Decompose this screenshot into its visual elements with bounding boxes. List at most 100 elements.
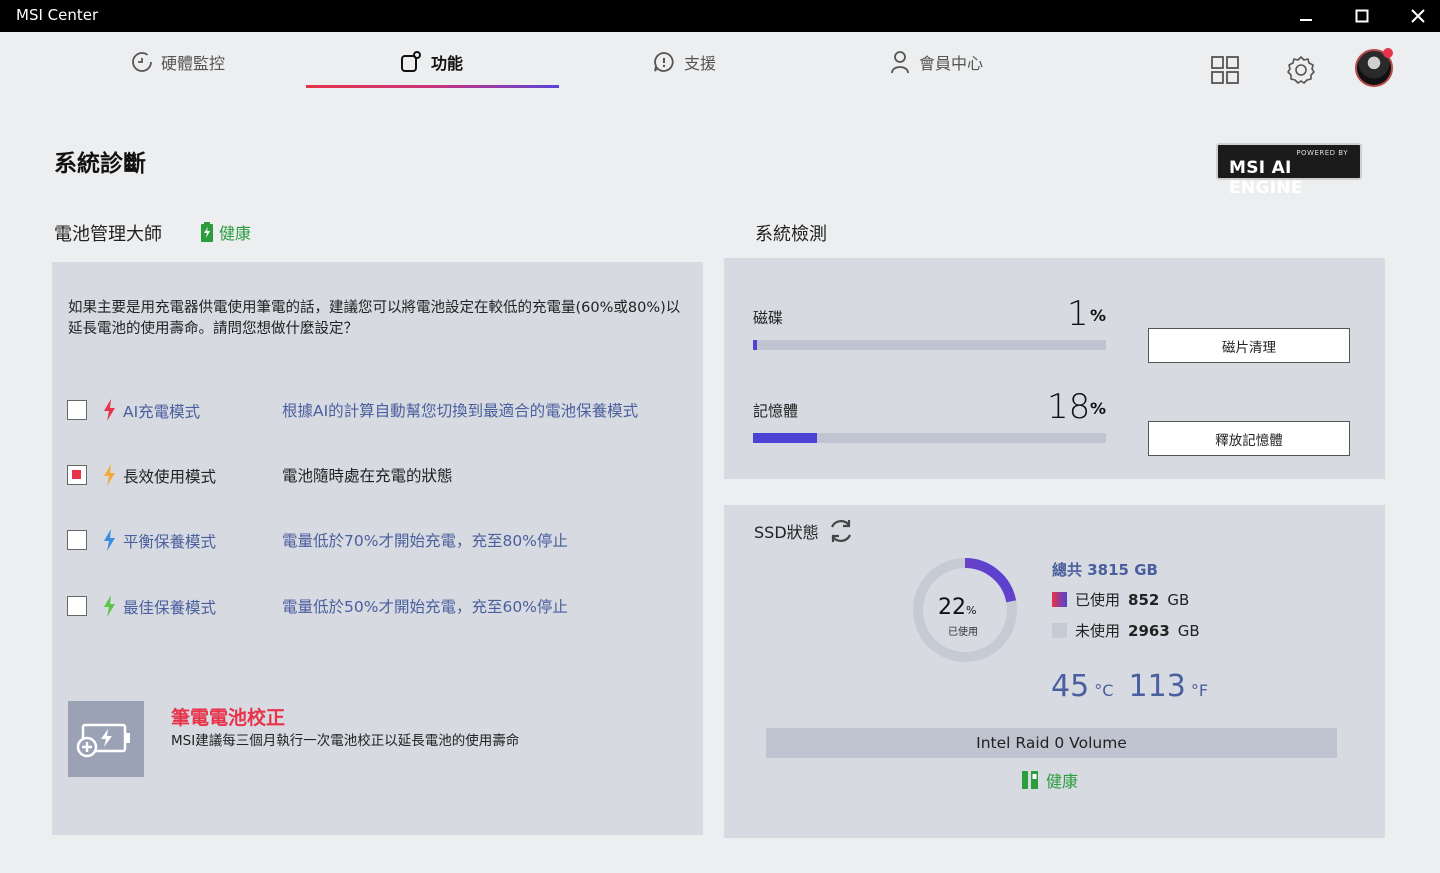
ssd-used-percent: 22% (938, 595, 976, 620)
mode-row-best: 最佳保養模式 電量低於50%才開始充電，充至60%停止 (52, 594, 703, 634)
battery-section-title: 電池管理大師 (54, 224, 162, 245)
maximize-icon (1355, 9, 1369, 23)
lightning-bolt-icon (104, 595, 115, 617)
ssd-title-label: SSD狀態 (754, 523, 819, 542)
mode-checkbox-long-life[interactable] (67, 465, 87, 485)
settings-button[interactable] (1281, 50, 1321, 90)
battery-health-icon (201, 222, 213, 242)
maximize-button[interactable] (1339, 0, 1385, 32)
memory-usage-bar (753, 433, 1106, 443)
ssd-legend-free: 未使用 2963 GB (1052, 620, 1200, 641)
tab-hardware-monitor[interactable]: 硬體監控 (131, 46, 225, 78)
ssd-health-icon (1022, 771, 1038, 789)
settings-icon (1287, 56, 1315, 84)
temp-fahrenheit: 113 (1128, 669, 1186, 704)
disk-usage-value: 1 (1067, 294, 1089, 334)
tab-support[interactable]: 支援 (652, 46, 716, 78)
apps-button[interactable] (1205, 50, 1245, 90)
notification-dot (1383, 48, 1393, 58)
memory-label: 記憶體 (753, 402, 799, 420)
grid-apps-icon (1211, 56, 1239, 84)
close-button[interactable] (1395, 0, 1440, 32)
ssd-total-unit: GB (1134, 561, 1158, 579)
badge-powered-by: POWERED BY (1296, 149, 1348, 157)
ssd-free-value: 2963 (1128, 621, 1170, 640)
ssd-volume-name: Intel Raid 0 Volume (766, 728, 1337, 758)
member-icon (891, 51, 909, 74)
tab-label: 功能 (431, 54, 464, 73)
mode-row-ai: AI充電模式 根據AI的計算自動幫您切換到最適合的電池保養模式 (52, 398, 703, 438)
disk-usage-bar-fill (753, 340, 757, 350)
mode-desc-best: 電量低於50%才開始充電，充至60%停止 (282, 598, 568, 616)
lightning-bolt-icon (104, 399, 115, 421)
ssd-total: 總共 3815 GB (1052, 559, 1158, 580)
ssd-title: SSD狀態 (754, 517, 855, 545)
ssd-free-unit: GB (1177, 621, 1200, 640)
ssd-legend-used: 已使用 852 GB (1052, 589, 1189, 610)
battery-health-label: 健康 (219, 224, 252, 243)
tab-label: 會員中心 (919, 54, 984, 73)
mode-desc-ai: 根據AI的計算自動幫您切換到最適合的電池保養模式 (282, 402, 639, 420)
tab-features[interactable]: 功能 (399, 46, 463, 78)
minimize-icon (1300, 19, 1312, 21)
active-tab-underline (306, 85, 559, 88)
mode-checkbox-ai[interactable] (67, 400, 87, 420)
ssd-used-unit: GB (1167, 590, 1190, 609)
mode-label-best[interactable]: 最佳保養模式 (123, 596, 216, 618)
mode-label-balanced[interactable]: 平衡保養模式 (123, 530, 216, 552)
msi-ai-engine-badge: POWERED BY MSI AI ENGINE (1216, 143, 1362, 198)
battery-calibration-desc: MSI建議每三個月執行一次電池校正以延長電池的使用壽命 (171, 733, 520, 749)
disk-cleanup-button[interactable]: 磁片清理 (1148, 328, 1350, 363)
ssd-panel: SSD狀態 22% 已使用 總共 3815 GB 已使用 852 GB 未使用 … (724, 505, 1385, 838)
battery-calibration-icon (76, 723, 130, 758)
memory-usage-value: 18 (1047, 387, 1091, 427)
mode-label-long-life[interactable]: 長效使用模式 (123, 465, 216, 487)
ssd-free-label: 未使用 (1075, 622, 1121, 640)
memory-usage-bar-fill (753, 433, 817, 443)
app-title: MSI Center (16, 6, 99, 24)
tab-label: 硬體監控 (161, 54, 226, 73)
features-icon (401, 51, 421, 72)
battery-health-status: 健康 (201, 220, 251, 244)
memory-usage-unit: % (1090, 399, 1107, 418)
free-swatch (1052, 623, 1067, 638)
mode-desc-long-life: 電池隨時處在充電的狀態 (282, 467, 453, 485)
battery-panel: 如果主要是用充電器供電使用筆電的話，建議您可以將電池設定在較低的充電量(60%或… (52, 262, 703, 835)
ssd-used-value: 852 (1128, 590, 1160, 609)
free-memory-button[interactable]: 釋放記憶體 (1148, 421, 1350, 456)
tab-member-center[interactable]: 會員中心 (889, 46, 983, 78)
lightning-bolt-icon (104, 464, 115, 486)
disk-label: 磁碟 (753, 309, 784, 327)
system-check-title: 系統檢測 (755, 224, 827, 245)
ssd-total-label: 總共 (1052, 561, 1083, 579)
refresh-icon[interactable] (827, 517, 855, 545)
tab-label: 支援 (684, 54, 717, 73)
disk-usage-bar (753, 340, 1106, 350)
battery-calibration-button[interactable] (68, 701, 144, 777)
ssd-health-label: 健康 (1046, 772, 1079, 791)
hardware-monitor-icon (132, 52, 152, 72)
ssd-used-percent-unit: % (966, 604, 977, 617)
battery-intro-text: 如果主要是用充電器供電使用筆電的話，建議您可以將電池設定在較低的充電量(60%或… (68, 300, 681, 337)
temp-celsius: 45 (1051, 669, 1090, 704)
close-icon (1411, 9, 1425, 23)
ssd-temperature: 45 °C 113 °F (1051, 669, 1218, 704)
ssd-health-status: 健康 (1022, 768, 1078, 792)
disk-usage-unit: % (1090, 306, 1107, 325)
ssd-used-caption: 已使用 (948, 627, 978, 638)
battery-calibration-title[interactable]: 筆電電池校正 (171, 703, 285, 730)
nav-bar: 硬體監控 功能 支援 會員中心 (0, 32, 1440, 104)
mode-row-long-life: 長效使用模式 電池隨時處在充電的狀態 (52, 463, 703, 503)
mode-desc-balanced: 電量低於70%才開始充電，充至80%停止 (282, 532, 568, 550)
ssd-used-percent-value: 22 (938, 595, 966, 620)
badge-engine: MSI AI ENGINE (1229, 158, 1303, 198)
minimize-button[interactable] (1283, 0, 1329, 32)
ssd-total-value: 3815 (1087, 561, 1129, 579)
page-title: 系統診斷 (54, 151, 146, 177)
support-icon (654, 52, 674, 72)
mode-checkbox-balanced[interactable] (67, 530, 87, 550)
lightning-bolt-icon (104, 529, 115, 551)
mode-checkbox-best[interactable] (67, 596, 87, 616)
title-bar: MSI Center (0, 0, 1440, 32)
mode-label-ai[interactable]: AI充電模式 (123, 400, 200, 422)
